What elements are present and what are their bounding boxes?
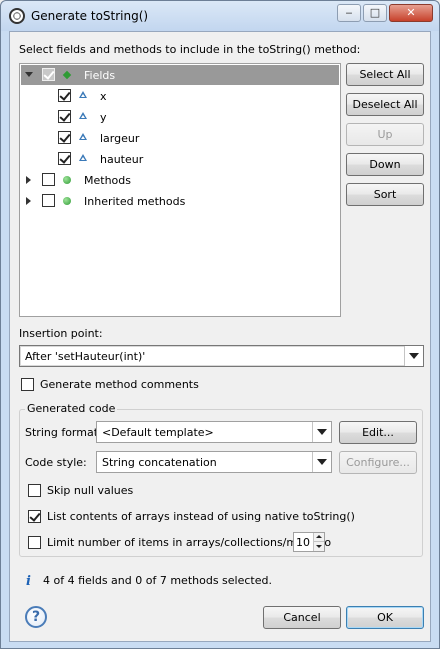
expand-icon[interactable] xyxy=(26,176,31,184)
members-tree[interactable]: Fields x y largeur hauteur Methods Inher… xyxy=(19,63,341,317)
limit-items-spinner[interactable]: 10 xyxy=(293,532,325,552)
generate-comments-label[interactable]: Generate method comments xyxy=(40,378,199,391)
window-title: Generate toString() xyxy=(31,9,149,23)
ok-button[interactable]: OK xyxy=(346,606,424,629)
deselect-all-button[interactable]: Deselect All xyxy=(346,93,424,116)
insertion-point-select[interactable]: After 'setHauteur(int)' xyxy=(19,345,424,367)
select-all-button[interactable]: Select All xyxy=(346,63,424,86)
tree-row-inherited-methods[interactable]: Inherited methods xyxy=(21,191,339,211)
field-x-checkbox[interactable] xyxy=(58,89,71,102)
field-icon xyxy=(79,91,87,98)
cancel-button[interactable]: Cancel xyxy=(263,606,341,629)
sort-button[interactable]: Sort xyxy=(346,183,424,206)
tree-row-label: largeur xyxy=(100,132,140,145)
string-format-value: <Default template> xyxy=(102,426,214,439)
method-icon xyxy=(63,197,71,205)
title-bar[interactable]: Generate toString() ‒ □ ✕ xyxy=(1,1,439,31)
string-format-select[interactable]: <Default template> xyxy=(96,421,332,443)
maximize-button[interactable]: □ xyxy=(363,4,387,22)
code-style-select[interactable]: String concatenation xyxy=(96,451,332,473)
generate-comments-checkbox[interactable] xyxy=(21,378,34,391)
dialog-window: Generate toString() ‒ □ ✕ Select fields … xyxy=(0,0,440,649)
insertion-point-value: After 'setHauteur(int)' xyxy=(25,350,146,363)
up-button[interactable]: Up xyxy=(346,123,424,146)
dialog-client-area: Select fields and methods to include in … xyxy=(9,31,431,642)
tree-row-label: Fields xyxy=(84,69,116,82)
edit-template-button[interactable]: Edit... xyxy=(339,421,417,444)
help-icon[interactable]: ? xyxy=(25,606,47,628)
code-style-value: String concatenation xyxy=(102,456,217,469)
spinner-up-icon[interactable] xyxy=(313,533,324,542)
minimize-button[interactable]: ‒ xyxy=(337,4,361,22)
tree-row-label: hauteur xyxy=(100,153,144,166)
tree-row-label: Methods xyxy=(84,174,131,187)
expand-icon[interactable] xyxy=(26,197,31,205)
dropdown-arrow-icon[interactable] xyxy=(312,422,331,442)
tree-row-y[interactable]: y xyxy=(21,107,339,127)
close-button[interactable]: ✕ xyxy=(389,4,433,22)
tree-row-fields[interactable]: Fields xyxy=(21,65,339,85)
tree-row-largeur[interactable]: largeur xyxy=(21,128,339,148)
tree-row-label: y xyxy=(100,111,107,124)
instructions-label: Select fields and methods to include in … xyxy=(19,43,361,56)
field-icon xyxy=(79,112,87,119)
tree-row-x[interactable]: x xyxy=(21,86,339,106)
inherited-methods-checkbox[interactable] xyxy=(42,194,55,207)
fields-checkbox[interactable] xyxy=(42,68,55,81)
spinner-down-icon[interactable] xyxy=(313,542,324,551)
string-format-label: String format: xyxy=(25,426,102,439)
dropdown-arrow-icon[interactable] xyxy=(312,452,331,472)
field-largeur-checkbox[interactable] xyxy=(58,131,71,144)
field-icon xyxy=(79,154,87,161)
field-hauteur-checkbox[interactable] xyxy=(58,152,71,165)
insertion-point-label: Insertion point: xyxy=(19,327,103,340)
field-y-checkbox[interactable] xyxy=(58,110,71,123)
skip-null-checkbox[interactable] xyxy=(28,484,41,497)
status-message: 4 of 4 fields and 0 of 7 methods selecte… xyxy=(43,574,272,587)
limit-items-value[interactable]: 10 xyxy=(296,536,310,549)
limit-items-label[interactable]: Limit number of items in arrays/collecti… xyxy=(47,536,331,549)
tree-row-label: Inherited methods xyxy=(84,195,186,208)
down-button[interactable]: Down xyxy=(346,153,424,176)
configure-button[interactable]: Configure... xyxy=(339,451,417,474)
list-arrays-label[interactable]: List contents of arrays instead of using… xyxy=(47,510,355,523)
tree-row-hauteur[interactable]: hauteur xyxy=(21,149,339,169)
code-style-label: Code style: xyxy=(25,456,87,469)
tree-row-label: x xyxy=(100,90,107,103)
tree-row-methods[interactable]: Methods xyxy=(21,170,339,190)
info-icon: i xyxy=(26,574,31,589)
fields-group-icon xyxy=(62,70,72,80)
dropdown-arrow-icon[interactable] xyxy=(404,346,423,366)
methods-checkbox[interactable] xyxy=(42,173,55,186)
eclipse-app-icon xyxy=(9,8,25,24)
method-icon xyxy=(63,176,71,184)
limit-items-checkbox[interactable] xyxy=(28,536,41,549)
generated-code-legend: Generated code xyxy=(25,402,118,415)
collapse-icon[interactable] xyxy=(25,72,33,77)
list-arrays-checkbox[interactable] xyxy=(28,510,41,523)
field-icon xyxy=(79,133,87,140)
skip-null-label[interactable]: Skip null values xyxy=(47,484,133,497)
